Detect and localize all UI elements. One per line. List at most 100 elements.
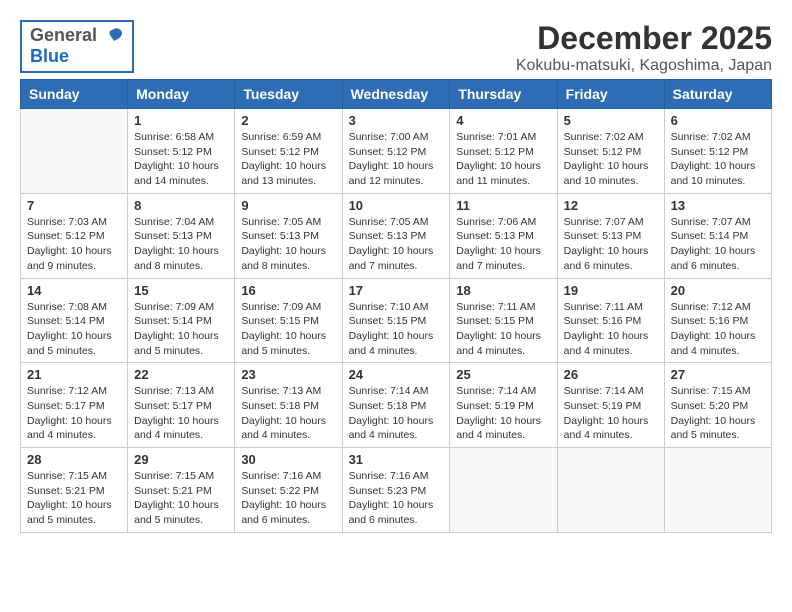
table-row: 25 Sunrise: 7:14 AM Sunset: 5:19 PM Dayl… bbox=[450, 363, 557, 448]
table-row: 22 Sunrise: 7:13 AM Sunset: 5:17 PM Dayl… bbox=[128, 363, 235, 448]
logo-bird-icon bbox=[104, 27, 124, 47]
day-info: Sunrise: 7:03 AM Sunset: 5:12 PM Dayligh… bbox=[27, 215, 121, 274]
sunrise-text: Sunrise: 7:11 AM bbox=[564, 301, 643, 313]
daylight-text: Daylight: 10 hours and 8 minutes. bbox=[134, 245, 219, 272]
day-info: Sunrise: 7:05 AM Sunset: 5:13 PM Dayligh… bbox=[349, 215, 444, 274]
day-info: Sunrise: 7:11 AM Sunset: 5:16 PM Dayligh… bbox=[564, 300, 658, 359]
day-info: Sunrise: 7:14 AM Sunset: 5:19 PM Dayligh… bbox=[456, 384, 550, 443]
sunrise-text: Sunrise: 6:59 AM bbox=[241, 131, 321, 143]
daylight-text: Daylight: 10 hours and 10 minutes. bbox=[564, 160, 649, 187]
day-info: Sunrise: 7:09 AM Sunset: 5:15 PM Dayligh… bbox=[241, 300, 335, 359]
day-number: 10 bbox=[349, 198, 444, 213]
day-number: 4 bbox=[456, 113, 550, 128]
sunrise-text: Sunrise: 7:13 AM bbox=[134, 385, 214, 397]
sunrise-text: Sunrise: 7:16 AM bbox=[241, 470, 321, 482]
day-number: 21 bbox=[27, 367, 121, 382]
table-row: 19 Sunrise: 7:11 AM Sunset: 5:16 PM Dayl… bbox=[557, 278, 664, 363]
table-row: 12 Sunrise: 7:07 AM Sunset: 5:13 PM Dayl… bbox=[557, 193, 664, 278]
sunset-text: Sunset: 5:22 PM bbox=[241, 485, 319, 497]
day-number: 8 bbox=[134, 198, 228, 213]
day-info: Sunrise: 7:01 AM Sunset: 5:12 PM Dayligh… bbox=[456, 130, 550, 189]
sunset-text: Sunset: 5:19 PM bbox=[564, 400, 642, 412]
header: General Blue December 2025 Kokubu-matsuk… bbox=[20, 20, 772, 75]
day-number: 1 bbox=[134, 113, 228, 128]
day-number: 12 bbox=[564, 198, 658, 213]
sunrise-text: Sunrise: 7:11 AM bbox=[456, 301, 535, 313]
sunset-text: Sunset: 5:12 PM bbox=[349, 146, 427, 158]
daylight-text: Daylight: 10 hours and 5 minutes. bbox=[134, 330, 219, 357]
table-row: 24 Sunrise: 7:14 AM Sunset: 5:18 PM Dayl… bbox=[342, 363, 450, 448]
sunrise-text: Sunrise: 7:12 AM bbox=[671, 301, 751, 313]
table-row: 1 Sunrise: 6:58 AM Sunset: 5:12 PM Dayli… bbox=[128, 109, 235, 194]
daylight-text: Daylight: 10 hours and 7 minutes. bbox=[349, 245, 434, 272]
sunrise-text: Sunrise: 7:02 AM bbox=[564, 131, 644, 143]
daylight-text: Daylight: 10 hours and 6 minutes. bbox=[241, 499, 326, 526]
sunrise-text: Sunrise: 7:00 AM bbox=[349, 131, 429, 143]
header-wednesday: Wednesday bbox=[342, 80, 450, 109]
sunset-text: Sunset: 5:13 PM bbox=[241, 230, 319, 242]
table-row: 23 Sunrise: 7:13 AM Sunset: 5:18 PM Dayl… bbox=[235, 363, 342, 448]
daylight-text: Daylight: 10 hours and 4 minutes. bbox=[349, 330, 434, 357]
sunrise-text: Sunrise: 7:12 AM bbox=[27, 385, 107, 397]
table-row: 5 Sunrise: 7:02 AM Sunset: 5:12 PM Dayli… bbox=[557, 109, 664, 194]
daylight-text: Daylight: 10 hours and 4 minutes. bbox=[564, 415, 649, 442]
header-thursday: Thursday bbox=[450, 80, 557, 109]
table-row: 3 Sunrise: 7:00 AM Sunset: 5:12 PM Dayli… bbox=[342, 109, 450, 194]
table-row: 28 Sunrise: 7:15 AM Sunset: 5:21 PM Dayl… bbox=[21, 448, 128, 533]
table-row bbox=[557, 448, 664, 533]
table-row: 6 Sunrise: 7:02 AM Sunset: 5:12 PM Dayli… bbox=[664, 109, 771, 194]
sunset-text: Sunset: 5:17 PM bbox=[27, 400, 105, 412]
daylight-text: Daylight: 10 hours and 11 minutes. bbox=[456, 160, 541, 187]
calendar-header-row: Sunday Monday Tuesday Wednesday Thursday… bbox=[21, 80, 772, 109]
sunrise-text: Sunrise: 7:15 AM bbox=[134, 470, 214, 482]
day-info: Sunrise: 7:06 AM Sunset: 5:13 PM Dayligh… bbox=[456, 215, 550, 274]
day-info: Sunrise: 6:59 AM Sunset: 5:12 PM Dayligh… bbox=[241, 130, 335, 189]
daylight-text: Daylight: 10 hours and 4 minutes. bbox=[349, 415, 434, 442]
sunset-text: Sunset: 5:21 PM bbox=[134, 485, 212, 497]
daylight-text: Daylight: 10 hours and 5 minutes. bbox=[27, 330, 112, 357]
day-number: 26 bbox=[564, 367, 658, 382]
day-number: 11 bbox=[456, 198, 550, 213]
day-info: Sunrise: 7:11 AM Sunset: 5:15 PM Dayligh… bbox=[456, 300, 550, 359]
table-row: 16 Sunrise: 7:09 AM Sunset: 5:15 PM Dayl… bbox=[235, 278, 342, 363]
table-row: 13 Sunrise: 7:07 AM Sunset: 5:14 PM Dayl… bbox=[664, 193, 771, 278]
day-info: Sunrise: 7:16 AM Sunset: 5:23 PM Dayligh… bbox=[349, 469, 444, 528]
day-info: Sunrise: 6:58 AM Sunset: 5:12 PM Dayligh… bbox=[134, 130, 228, 189]
daylight-text: Daylight: 10 hours and 5 minutes. bbox=[134, 499, 219, 526]
day-info: Sunrise: 7:10 AM Sunset: 5:15 PM Dayligh… bbox=[349, 300, 444, 359]
sunrise-text: Sunrise: 7:01 AM bbox=[456, 131, 536, 143]
day-number: 24 bbox=[349, 367, 444, 382]
table-row: 30 Sunrise: 7:16 AM Sunset: 5:22 PM Dayl… bbox=[235, 448, 342, 533]
daylight-text: Daylight: 10 hours and 6 minutes. bbox=[671, 245, 756, 272]
day-number: 5 bbox=[564, 113, 658, 128]
sunrise-text: Sunrise: 7:07 AM bbox=[671, 216, 751, 228]
header-saturday: Saturday bbox=[664, 80, 771, 109]
sunset-text: Sunset: 5:12 PM bbox=[27, 230, 105, 242]
title-area: December 2025 Kokubu-matsuki, Kagoshima,… bbox=[516, 20, 772, 75]
sunset-text: Sunset: 5:12 PM bbox=[564, 146, 642, 158]
day-info: Sunrise: 7:14 AM Sunset: 5:19 PM Dayligh… bbox=[564, 384, 658, 443]
sunrise-text: Sunrise: 7:16 AM bbox=[349, 470, 429, 482]
sunrise-text: Sunrise: 7:09 AM bbox=[134, 301, 214, 313]
calendar-week-row: 14 Sunrise: 7:08 AM Sunset: 5:14 PM Dayl… bbox=[21, 278, 772, 363]
day-number: 7 bbox=[27, 198, 121, 213]
day-number: 20 bbox=[671, 283, 765, 298]
table-row: 14 Sunrise: 7:08 AM Sunset: 5:14 PM Dayl… bbox=[21, 278, 128, 363]
daylight-text: Daylight: 10 hours and 8 minutes. bbox=[241, 245, 326, 272]
day-number: 15 bbox=[134, 283, 228, 298]
day-info: Sunrise: 7:04 AM Sunset: 5:13 PM Dayligh… bbox=[134, 215, 228, 274]
sunset-text: Sunset: 5:13 PM bbox=[349, 230, 427, 242]
table-row bbox=[21, 109, 128, 194]
day-info: Sunrise: 7:12 AM Sunset: 5:16 PM Dayligh… bbox=[671, 300, 765, 359]
daylight-text: Daylight: 10 hours and 6 minutes. bbox=[349, 499, 434, 526]
day-info: Sunrise: 7:15 AM Sunset: 5:21 PM Dayligh… bbox=[27, 469, 121, 528]
day-number: 30 bbox=[241, 452, 335, 467]
sunset-text: Sunset: 5:17 PM bbox=[134, 400, 212, 412]
day-info: Sunrise: 7:09 AM Sunset: 5:14 PM Dayligh… bbox=[134, 300, 228, 359]
header-friday: Friday bbox=[557, 80, 664, 109]
sunrise-text: Sunrise: 7:05 AM bbox=[349, 216, 429, 228]
day-number: 19 bbox=[564, 283, 658, 298]
table-row: 11 Sunrise: 7:06 AM Sunset: 5:13 PM Dayl… bbox=[450, 193, 557, 278]
sunset-text: Sunset: 5:16 PM bbox=[671, 315, 749, 327]
day-number: 25 bbox=[456, 367, 550, 382]
